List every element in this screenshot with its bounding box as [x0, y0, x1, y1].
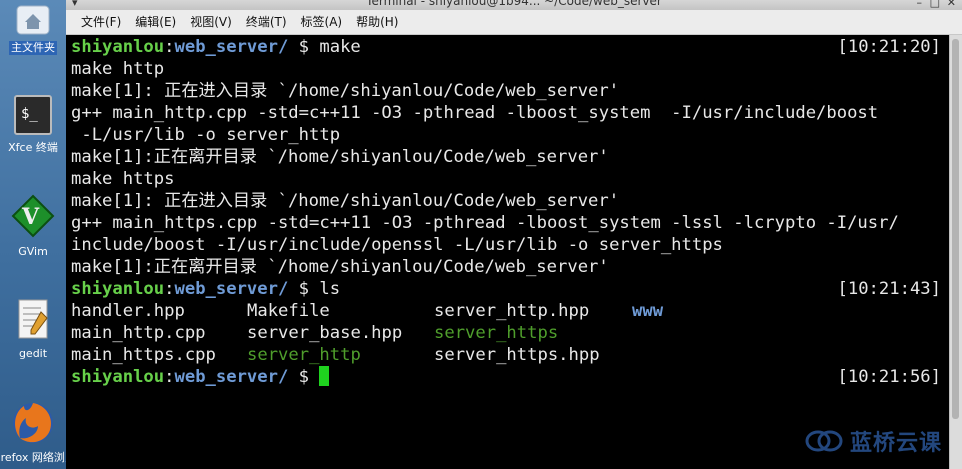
desktop-icon-label: GVim	[18, 245, 48, 258]
home-folder-icon	[16, 5, 50, 35]
menu-view[interactable]: 视图(V)	[183, 10, 239, 34]
maximize-icon[interactable]: □	[930, 0, 940, 9]
output-line: make[1]: 正在进入目录 `/home/shiyanlou/Code/we…	[71, 191, 620, 211]
menu-file[interactable]: 文件(F)	[74, 10, 128, 34]
output-line: -L/usr/lib -o server_http	[71, 125, 341, 145]
menu-edit[interactable]: 编辑(E)	[128, 10, 183, 34]
output-line: make http	[71, 59, 165, 79]
prompt-line: shiyanlou:web_server/ $ make [10:21:20]	[71, 37, 941, 57]
window-title: Terminal - shiyanlou@1b94... ~/Code/web_…	[366, 0, 662, 8]
output-line: make https	[71, 169, 175, 189]
file-entry: server_https.hpp	[434, 345, 600, 365]
desktop-icon-label: Xfce 终端	[8, 141, 58, 154]
svg-text:$_: $_	[21, 106, 38, 122]
ls-row: main_http.cpp server_base.hpp server_htt…	[71, 322, 941, 344]
terminal-scrollbar[interactable]	[949, 35, 962, 469]
desktop-icon-gvim[interactable]: V GVim	[0, 194, 66, 259]
prompt-line: shiyanlou:web_server/ $ [10:21:56]	[71, 366, 941, 387]
file-entry: handler.hpp	[71, 301, 185, 321]
terminal-output[interactable]: shiyanlou:web_server/ $ make [10:21:20] m…	[66, 35, 950, 469]
file-entry: main_http.cpp	[71, 323, 206, 343]
gedit-icon	[18, 299, 48, 339]
ls-row: handler.hpp Makefile server_http.hpp www	[71, 300, 941, 322]
window-menu-icon[interactable]: ▾	[72, 0, 78, 9]
gvim-icon: V	[11, 194, 55, 238]
menu-terminal[interactable]: 终端(T)	[239, 10, 294, 34]
desktop-icon-gedit[interactable]: gedit	[0, 298, 66, 361]
output-line: make[1]: 正在进入目录 `/home/shiyanlou/Code/we…	[71, 81, 620, 101]
executable-entry: server_https	[434, 323, 559, 343]
terminal-window: Terminal - shiyanlou@1b94... ~/Code/web_…	[66, 0, 962, 469]
executable-entry: server_http	[247, 345, 361, 365]
desktop-icon-label: 主文件夹	[9, 41, 57, 55]
svg-text:V: V	[21, 204, 40, 230]
directory-entry: www	[632, 301, 664, 321]
window-titlebar[interactable]: Terminal - shiyanlou@1b94... ~/Code/web_…	[66, 0, 962, 10]
lanqiao-watermark: 蓝桥云课	[804, 425, 942, 457]
timestamp: [10:21:20]	[837, 37, 941, 57]
prompt-line: shiyanlou:web_server/ $ ls [10:21:43]	[71, 279, 941, 299]
menu-help[interactable]: 帮助(H)	[349, 10, 405, 34]
output-line: make[1]:正在离开目录 `/home/shiyanlou/Code/web…	[71, 147, 609, 167]
close-icon[interactable]: ✕	[947, 0, 956, 9]
menu-tabs[interactable]: 标签(A)	[294, 10, 350, 34]
terminal-icon: $_	[14, 95, 52, 135]
menu-bar: 文件(F) 编辑(E) 视图(V) 终端(T) 标签(A) 帮助(H)	[66, 10, 962, 35]
text-cursor	[319, 366, 330, 386]
lanqiao-logo-icon	[805, 430, 843, 452]
desktop-dock: 主文件夹 $_ Xfce 终端 V GVim gedit Firefox 网络浏…	[0, 0, 87, 469]
timestamp: [10:21:56]	[837, 367, 941, 387]
desktop-icon-firefox[interactable]: Firefox 网络浏览器	[0, 400, 87, 465]
scrollbar-thumb[interactable]	[952, 39, 959, 419]
desktop-icon-home[interactable]: 主文件夹	[0, 4, 66, 55]
command-text: ls	[319, 279, 341, 299]
desktop-icon-terminal[interactable]: $_ Xfce 终端	[0, 94, 66, 155]
command-text: make	[319, 37, 361, 57]
output-line: include/boost -I/usr/include/openssl -L/…	[71, 235, 723, 255]
file-entry: Makefile	[247, 301, 330, 321]
desktop-icon-label: gedit	[18, 347, 48, 360]
file-entry: main_https.cpp	[71, 345, 216, 365]
file-entry: server_http.hpp	[434, 301, 590, 321]
ls-row: main_https.cpp server_http server_https.…	[71, 344, 941, 366]
minimize-icon[interactable]: –	[917, 0, 923, 9]
output-line: g++ main_https.cpp -std=c++11 -O3 -pthre…	[71, 213, 899, 233]
watermark-text: 蓝桥云课	[849, 431, 942, 456]
output-line: make[1]:正在离开目录 `/home/shiyanlou/Code/web…	[71, 257, 609, 277]
timestamp: [10:21:43]	[837, 279, 941, 299]
firefox-icon	[13, 403, 53, 443]
file-entry: server_base.hpp	[247, 323, 403, 343]
output-line: g++ main_http.cpp -std=c++11 -O3 -pthrea…	[71, 103, 879, 123]
